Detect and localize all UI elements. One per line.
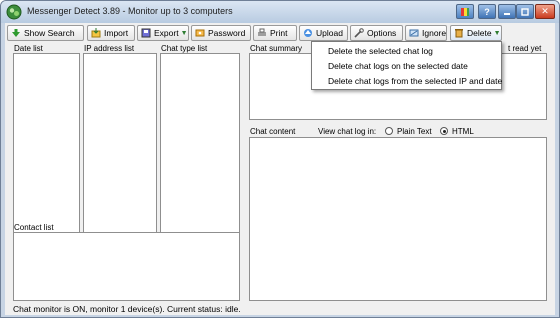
contact-list[interactable] <box>13 232 240 301</box>
help-button[interactable]: ? <box>478 4 496 19</box>
help-icon: ? <box>484 6 490 17</box>
options-button[interactable]: Options <box>350 25 403 41</box>
window-title: Messenger Detect 3.89 - Monitor up to 3 … <box>27 6 233 16</box>
show-search-button[interactable]: Show Search <box>7 25 84 41</box>
dropdown-caret-icon: ▼ <box>180 29 188 37</box>
upload-icon <box>304 29 312 37</box>
html-label: HTML <box>452 127 474 136</box>
chat-content-label: Chat content <box>250 127 296 136</box>
summary-column-header: t read yet <box>508 44 542 53</box>
chat-summary-label: Chat summary <box>250 44 303 53</box>
view-chat-log-label: View chat log in: <box>318 127 377 136</box>
palette-icon <box>461 7 469 16</box>
tools-icon <box>354 28 364 38</box>
upload-button[interactable]: Upload <box>299 25 348 41</box>
delete-button[interactable]: Delete ▼ <box>450 25 502 41</box>
date-list-label: Date list <box>14 44 43 53</box>
menu-item-delete-ip-date[interactable]: Delete chat logs from the selected IP an… <box>328 76 502 86</box>
options-label: Options <box>367 28 397 38</box>
maximize-button[interactable] <box>516 4 534 19</box>
export-label: Export <box>154 28 179 38</box>
title-bar[interactable]: Messenger Detect 3.89 - Monitor up to 3 … <box>1 1 559 23</box>
close-button[interactable]: ✕ <box>535 4 555 19</box>
plain-text-label: Plain Text <box>397 127 432 136</box>
date-list[interactable] <box>13 53 80 242</box>
radio-on-icon <box>440 127 448 135</box>
ignore-button[interactable]: Ignore <box>405 25 447 41</box>
delete-label: Delete <box>467 28 492 38</box>
radio-off-icon <box>385 127 393 135</box>
ip-address-list[interactable] <box>83 53 157 242</box>
delete-icon <box>455 29 463 38</box>
html-radio[interactable]: HTML <box>440 127 480 137</box>
contact-list-label: Contact list <box>14 223 54 232</box>
password-label: Password <box>208 28 246 38</box>
plain-text-radio[interactable]: Plain Text <box>385 127 445 137</box>
print-button[interactable]: Print <box>253 25 297 41</box>
chat-type-list-label: Chat type list <box>161 44 208 53</box>
chat-content-view[interactable] <box>249 137 547 301</box>
upload-label: Upload <box>316 28 343 38</box>
app-window: Messenger Detect 3.89 - Monitor up to 3 … <box>0 0 560 318</box>
minimize-button[interactable] <box>498 4 516 19</box>
skin-button[interactable] <box>456 4 474 19</box>
arrow-down-icon <box>12 29 20 37</box>
minimize-icon <box>504 12 510 15</box>
import-button[interactable]: Import <box>87 25 135 41</box>
chat-type-list[interactable] <box>160 53 240 242</box>
export-icon <box>141 28 151 38</box>
password-button[interactable]: Password <box>191 25 251 41</box>
maximize-icon <box>521 7 529 16</box>
show-search-label: Show Search <box>24 28 75 38</box>
password-icon <box>195 29 205 37</box>
import-icon <box>91 28 101 38</box>
print-label: Print <box>270 28 288 38</box>
menu-item-delete-date[interactable]: Delete chat logs on the selected date <box>328 61 468 71</box>
ignore-icon <box>409 29 419 37</box>
export-button[interactable]: Export ▼ <box>137 25 189 41</box>
delete-dropdown-menu: Delete the selected chat log Delete chat… <box>311 41 502 90</box>
close-icon: ✕ <box>541 6 549 16</box>
dropdown-caret-icon: ▼ <box>493 29 501 37</box>
messenger-detect-logo-icon <box>6 4 22 20</box>
status-bar-text: Chat monitor is ON, monitor 1 device(s).… <box>13 304 241 314</box>
toolbar: Show Search Import Export ▼ Password Pri… <box>5 23 555 43</box>
ip-list-label: IP address list <box>84 44 135 53</box>
ignore-label: Ignore <box>422 28 447 38</box>
printer-icon <box>258 28 266 36</box>
menu-item-delete-selected[interactable]: Delete the selected chat log <box>328 46 433 56</box>
import-label: Import <box>104 28 129 38</box>
